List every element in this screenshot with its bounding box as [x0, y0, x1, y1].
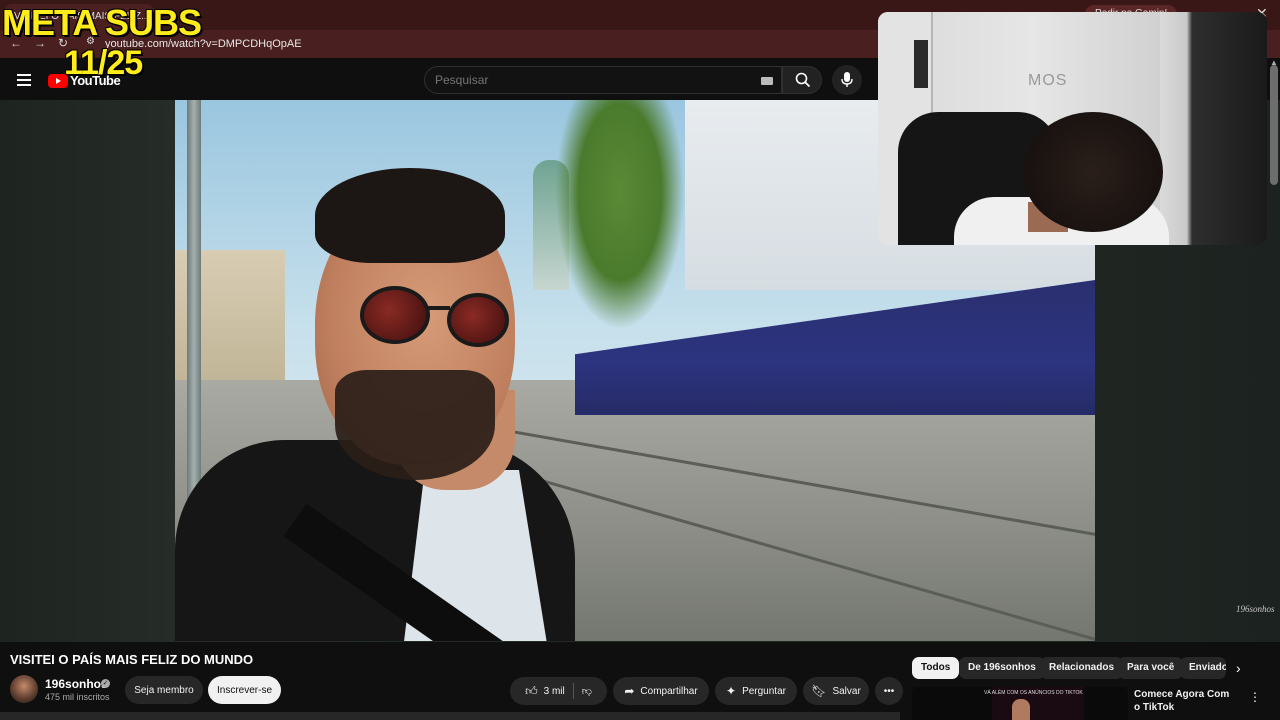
share-button[interactable]: ➦ Compartilhar	[613, 677, 709, 705]
share-label: Compartilhar	[640, 685, 698, 697]
more-actions-button[interactable]: •••	[875, 677, 903, 705]
thumbnail-caption: VÁ ALÉM COM OS ANÚNCIOS DO TIKTOK	[984, 690, 1083, 696]
join-button[interactable]: Seja membro	[125, 676, 203, 704]
webcam-wall-logo: MOS	[1028, 72, 1068, 89]
microphone-icon	[841, 72, 853, 87]
menu-icon[interactable]	[17, 74, 31, 86]
search-icon	[795, 72, 811, 88]
webcam-person-head	[1023, 112, 1163, 232]
more-vertical-icon[interactable]: ⋮	[1249, 690, 1261, 704]
video-trees	[555, 100, 685, 330]
bookmark-icon: 🔖︎	[811, 684, 827, 698]
subscribe-button[interactable]: Inscrever-se	[208, 676, 281, 704]
chip-uploaded[interactable]: Enviados	[1180, 657, 1226, 679]
recommended-thumbnail[interactable]: VÁ ALÉM COM OS ANÚNCIOS DO TIKTOK	[912, 687, 1128, 720]
video-person-hair	[315, 168, 505, 263]
sunglasses-lens-right	[447, 293, 509, 347]
verified-icon: ✓	[101, 679, 110, 688]
webcam-wall-frame	[914, 40, 928, 88]
screen: VISITEI O PAÍS MAIS FELIZ... Pedir no Ga…	[0, 0, 1280, 720]
more-horizontal-icon: •••	[883, 685, 895, 697]
like-icon[interactable]: 👍︎	[525, 684, 538, 699]
ask-button[interactable]: ✦ Perguntar	[715, 677, 797, 705]
subscriber-count: 475 mil inscritos	[45, 692, 110, 702]
video-watermark: 196sonhos	[1236, 604, 1275, 614]
save-label: Salvar	[832, 685, 861, 697]
video-person-beard	[335, 370, 495, 480]
chip-related[interactable]: Relacionados	[1040, 657, 1124, 679]
sunglasses-bridge	[428, 306, 450, 310]
thumbnail-person	[1012, 699, 1030, 720]
ask-label: Perguntar	[742, 685, 786, 697]
like-dislike-group: 👍︎ 3 mil 👎︎	[510, 677, 607, 705]
like-divider	[572, 683, 574, 699]
join-label: Seja membro	[134, 684, 194, 696]
video-title: VISITEI O PAÍS MAIS FELIZ DO MUNDO	[10, 652, 254, 667]
chevron-right-icon[interactable]: ›	[1236, 660, 1241, 676]
channel-avatar[interactable]	[10, 675, 38, 703]
search-button[interactable]	[782, 66, 822, 94]
overlay-goal-count: 11/25	[64, 44, 143, 82]
search-box[interactable]	[424, 66, 782, 94]
sunglasses-lens-left	[360, 286, 430, 344]
like-count[interactable]: 3 mil	[544, 686, 565, 697]
voice-search-button[interactable]	[832, 65, 862, 95]
chip-from-channel[interactable]: De 196sonhos	[959, 657, 1045, 679]
description-box-edge	[0, 712, 900, 720]
chip-for-you[interactable]: Para você	[1118, 657, 1184, 679]
chip-all[interactable]: Todos	[912, 657, 960, 679]
channel-name[interactable]: 196sonhos	[45, 677, 108, 691]
webcam-wardrobe	[1160, 12, 1267, 245]
keyboard-icon[interactable]	[761, 77, 773, 85]
webcam-overlay: MOS	[878, 12, 1267, 245]
search-input[interactable]	[435, 73, 735, 87]
save-button[interactable]: 🔖︎ Salvar	[803, 677, 869, 705]
page-scrollbar[interactable]	[1270, 65, 1278, 185]
dislike-icon[interactable]: 👎︎	[582, 685, 592, 697]
share-icon: ➦	[624, 684, 635, 698]
video-pole	[187, 100, 201, 500]
overlay-goal-title: META SUBS	[2, 2, 202, 43]
sparkle-icon: ✦	[726, 684, 737, 698]
recommended-title[interactable]: Comece Agora Com o TikTok	[1134, 688, 1234, 714]
subscribe-label: Inscrever-se	[216, 684, 272, 696]
